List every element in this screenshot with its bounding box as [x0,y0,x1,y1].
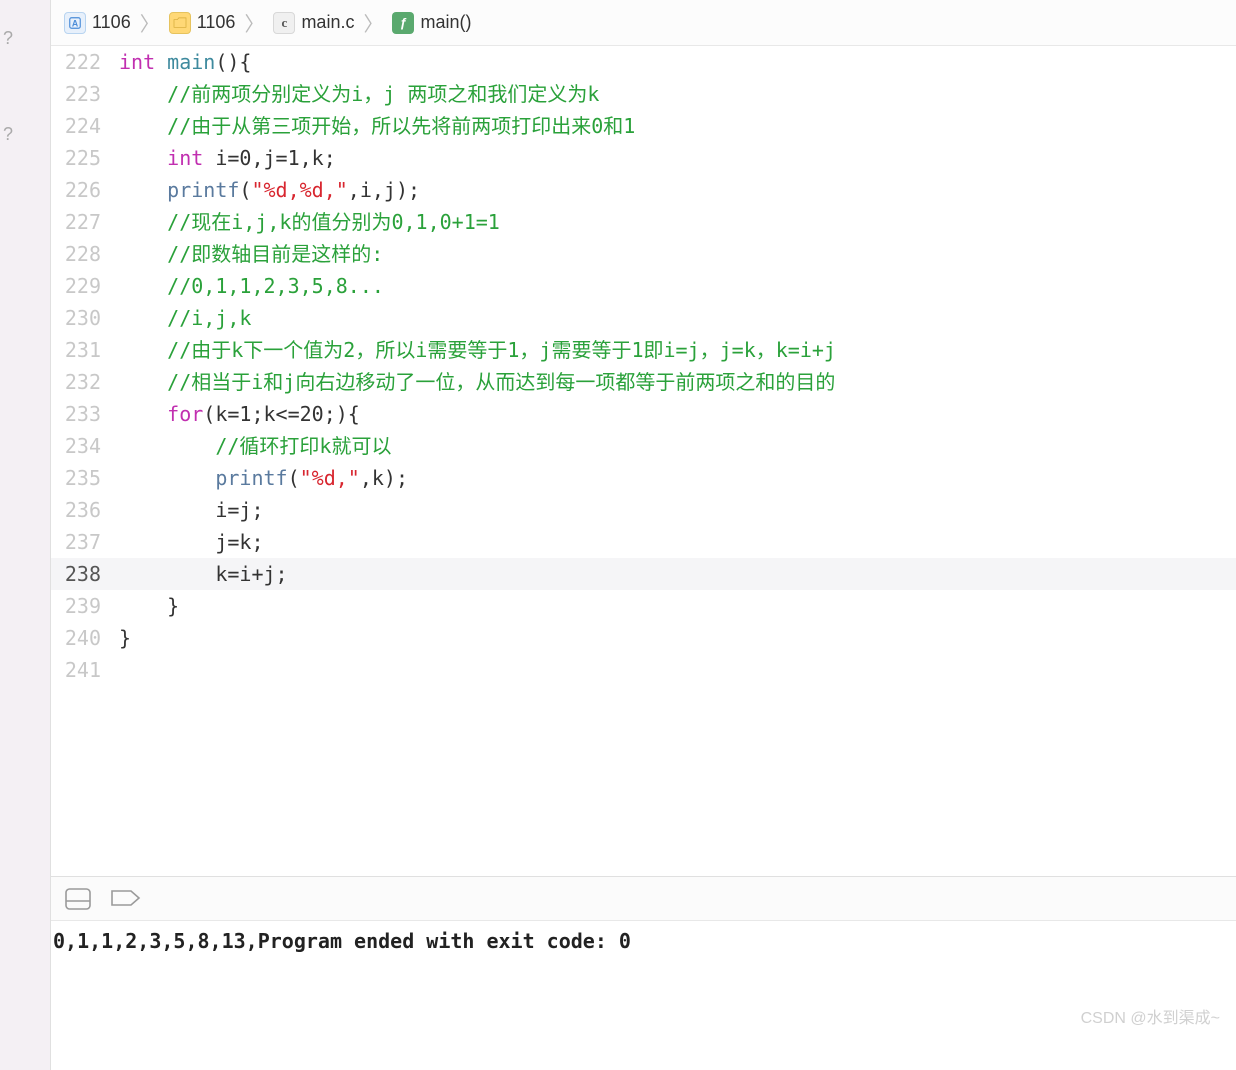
panel-icon[interactable] [65,888,91,910]
line-number: 229 [51,270,119,302]
code-line[interactable]: 233 for(k=1;k<=20;){ [51,398,1236,430]
line-content: int i=0,j=1,k; [119,142,1236,174]
code-line[interactable]: 226 printf("%d,%d,",i,j); [51,174,1236,206]
chevron-right-icon: 〉 [238,8,270,37]
line-number: 222 [51,46,119,78]
line-content: //相当于i和j向右边移动了一位，从而达到每一项都等于前两项之和的目的 [119,366,1236,398]
side-gutter: ? ? [0,0,50,1070]
function-icon: ƒ [392,12,414,34]
line-number: 227 [51,206,119,238]
code-line[interactable]: 225 int i=0,j=1,k; [51,142,1236,174]
breadcrumb-label: 1106 [92,12,131,33]
breadcrumb-label: 1106 [197,12,236,33]
line-content: } [119,622,1236,654]
code-line[interactable]: 239 } [51,590,1236,622]
breadcrumb-project[interactable]: A 1106 [61,12,134,34]
line-number: 235 [51,462,119,494]
tag-icon[interactable] [111,888,137,910]
line-number: 223 [51,78,119,110]
line-number: 236 [51,494,119,526]
line-content: //循环打印k就可以 [119,430,1236,462]
breadcrumb-label: main.c [301,12,354,33]
line-content: //0,1,1,2,3,5,8... [119,270,1236,302]
line-number: 228 [51,238,119,270]
line-number: 225 [51,142,119,174]
code-line[interactable]: 232 //相当于i和j向右边移动了一位，从而达到每一项都等于前两项之和的目的 [51,366,1236,398]
code-line[interactable]: 230 //i,j,k [51,302,1236,334]
line-content: for(k=1;k<=20;){ [119,398,1236,430]
code-line[interactable]: 235 printf("%d,",k); [51,462,1236,494]
console-output: 0,1,1,2,3,5,8,13,Program ended with exit… [51,920,1236,961]
line-number: 238 [51,558,119,590]
code-line[interactable]: 237 j=k; [51,526,1236,558]
line-content: printf("%d,",k); [119,462,1236,494]
code-line[interactable]: 241 [51,654,1236,686]
line-number: 241 [51,654,119,686]
c-file-icon: c [273,12,295,34]
line-number: 234 [51,430,119,462]
line-content: j=k; [119,526,1236,558]
chevron-right-icon: 〉 [357,8,389,37]
code-editor[interactable]: 222int main(){223 //前两项分别定义为i，j 两项之和我们定义… [51,46,1236,876]
console-toolbar [51,876,1236,920]
line-content: //即数轴目前是这样的: [119,238,1236,270]
breadcrumb-file[interactable]: c main.c [270,12,357,34]
editor-panel: A 1106 〉 1106 〉 c main.c 〉 ƒ main() 222i… [50,0,1236,1070]
line-content: //现在i,j,k的值分别为0,1,0+1=1 [119,206,1236,238]
code-line[interactable]: 224 //由于从第三项开始，所以先将前两项打印出来0和1 [51,110,1236,142]
code-line[interactable]: 234 //循环打印k就可以 [51,430,1236,462]
breadcrumb-label: main() [420,12,471,33]
breadcrumb: A 1106 〉 1106 〉 c main.c 〉 ƒ main() [51,0,1236,46]
watermark: CSDN @水到渠成~ [1081,1004,1220,1028]
line-content: k=i+j; [119,558,1236,590]
line-number: 232 [51,366,119,398]
code-line[interactable]: 229 //0,1,1,2,3,5,8... [51,270,1236,302]
chevron-right-icon: 〉 [134,8,166,37]
code-line[interactable]: 222int main(){ [51,46,1236,78]
line-number: 237 [51,526,119,558]
project-icon: A [64,12,86,34]
line-number: 233 [51,398,119,430]
line-content: //由于从第三项开始，所以先将前两项打印出来0和1 [119,110,1236,142]
line-number: 240 [51,622,119,654]
line-number: 230 [51,302,119,334]
line-content: //由于k下一个值为2，所以i需要等于1，j需要等于1即i=j，j=k，k=i+… [119,334,1236,366]
code-line[interactable]: 228 //即数轴目前是这样的: [51,238,1236,270]
code-line[interactable]: 240} [51,622,1236,654]
folder-icon [169,12,191,34]
line-number: 231 [51,334,119,366]
breadcrumb-function[interactable]: ƒ main() [389,12,474,34]
line-content: //i,j,k [119,302,1236,334]
line-number: 224 [51,110,119,142]
line-content: } [119,590,1236,622]
code-line[interactable]: 238 k=i+j; [51,558,1236,590]
line-content: i=j; [119,494,1236,526]
line-content: printf("%d,%d,",i,j); [119,174,1236,206]
code-line[interactable]: 223 //前两项分别定义为i，j 两项之和我们定义为k [51,78,1236,110]
code-line[interactable]: 236 i=j; [51,494,1236,526]
svg-text:A: A [72,18,79,28]
code-line[interactable]: 231 //由于k下一个值为2，所以i需要等于1，j需要等于1即i=j，j=k，… [51,334,1236,366]
line-number: 226 [51,174,119,206]
breadcrumb-folder[interactable]: 1106 [166,12,239,34]
line-content: int main(){ [119,46,1236,78]
hint-marker-icon: ? [3,28,17,48]
line-number: 239 [51,590,119,622]
line-content [119,654,1236,686]
line-content: //前两项分别定义为i，j 两项之和我们定义为k [119,78,1236,110]
hint-marker-icon: ? [3,124,17,144]
code-line[interactable]: 227 //现在i,j,k的值分别为0,1,0+1=1 [51,206,1236,238]
